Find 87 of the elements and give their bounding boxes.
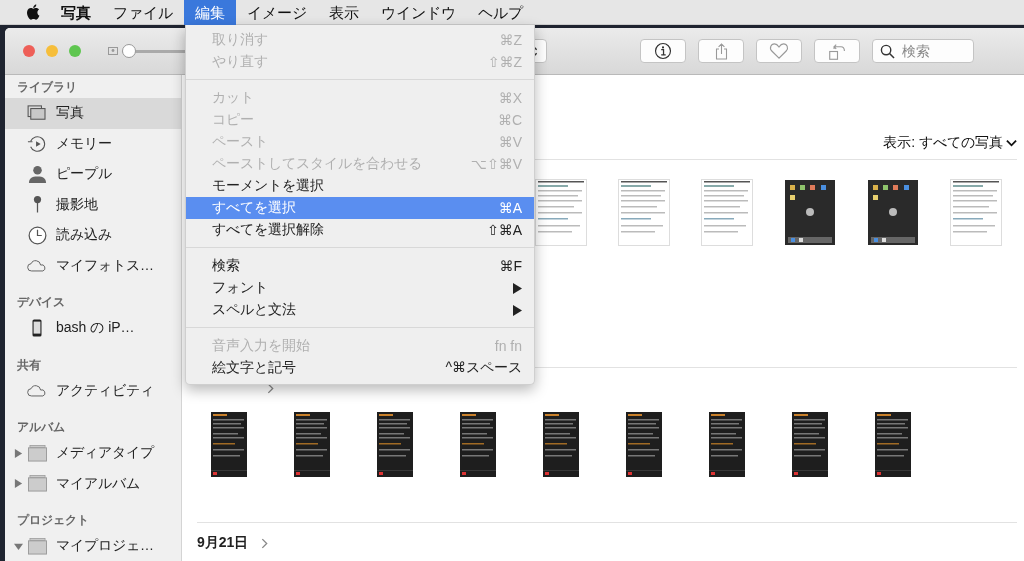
filter-dropdown[interactable]: 表示: すべての写真 <box>883 132 1017 154</box>
phone-icon <box>32 319 42 338</box>
chevron-right-icon[interactable] <box>261 537 269 549</box>
menu-title[interactable]: 編集 <box>184 0 236 25</box>
memories-icon <box>27 133 47 154</box>
menu-item-label: ペーストしてスタイルを合わせる <box>212 155 422 173</box>
cloud-icon <box>27 259 47 273</box>
shortcut-label: ⌘F <box>499 258 522 274</box>
menu-item[interactable]: 検索 ⌘F <box>186 255 534 277</box>
shortcut-label: ⌘A <box>498 200 522 216</box>
expanded-triangle-icon[interactable] <box>14 541 23 551</box>
sidebar-item[interactable]: 撮影地 <box>5 189 181 220</box>
menu-item-label: モーメントを選択 <box>212 177 324 195</box>
sidebar-item[interactable]: bash の iP… <box>5 313 181 344</box>
menu-item-label: すべてを選択 <box>212 199 296 217</box>
heart-icon <box>769 42 789 60</box>
section-header: 共有 <box>16 356 42 374</box>
album-icon <box>27 444 47 462</box>
collapsed-triangle-icon[interactable] <box>14 448 23 458</box>
menu-item-label: カット <box>212 89 254 107</box>
person-icon <box>27 164 47 184</box>
menu-title[interactable]: ファイル <box>102 0 184 25</box>
collapsed-triangle-icon[interactable] <box>14 479 23 489</box>
shortcut-label: ⌘Z <box>499 32 522 48</box>
menu-title[interactable]: 表示 <box>318 0 370 25</box>
shortcut-label: fn fn <box>494 338 522 354</box>
sidebar-item[interactable]: マイフォトス… <box>5 250 181 281</box>
sidebar-item[interactable]: マイアルバム <box>5 468 181 499</box>
menu-item-label: 絵文字と記号 <box>212 359 296 377</box>
album-icon <box>27 475 47 493</box>
share-button[interactable] <box>698 39 744 63</box>
menu-title[interactable]: ヘルプ <box>467 0 534 25</box>
shortcut-label: ⇧⌘A <box>486 222 522 238</box>
album-icon <box>27 537 47 555</box>
menu-title[interactable]: 写真 <box>50 0 102 25</box>
sidebar-item[interactable]: アクティビティ <box>5 375 181 406</box>
cloud-icon <box>27 384 47 398</box>
section-header: プロジェクト <box>16 512 90 529</box>
menu-item[interactable]: モーメントを選択 <box>186 175 534 197</box>
shortcut-label: ^⌘スペース <box>445 359 522 377</box>
info-icon <box>654 42 672 60</box>
shortcut-label: ⌘X <box>498 90 522 106</box>
chevron-down-icon <box>1006 139 1017 147</box>
section-header: ライブラリ <box>16 79 78 96</box>
sidebar-item[interactable]: メディアタイプ <box>5 438 181 469</box>
shortcut-label: ⌥⇧⌘V <box>470 156 522 172</box>
menu-item[interactable]: すべてを選択解除 ⇧⌘A <box>186 219 534 241</box>
favorite-button[interactable] <box>756 39 802 63</box>
date-heading: 9月21日 <box>197 534 249 552</box>
sidebar-item[interactable]: 読み込み <box>5 220 181 251</box>
menu-item-label: ペースト <box>212 133 268 151</box>
rotate-icon <box>827 41 847 61</box>
menu-item-label: 取り消す <box>212 31 268 49</box>
search-field[interactable]: 検索 <box>872 39 974 63</box>
menu-item-label: スペルと文法 <box>212 301 296 319</box>
sidebar-item[interactable]: 写真 <box>5 98 181 129</box>
shortcut-label: ⌘C <box>497 112 522 128</box>
menu-item[interactable]: スペルと文法 <box>186 299 534 321</box>
menu-item-label: フォント <box>212 279 268 297</box>
pin-icon <box>32 195 42 215</box>
menu-item-label: コピー <box>212 111 254 129</box>
menu-item-label: 音声入力を開始 <box>212 337 310 355</box>
sidebar-item[interactable]: ピープル <box>5 159 181 190</box>
rotate-button[interactable] <box>814 39 860 63</box>
share-icon <box>713 41 729 61</box>
slider-thumb[interactable] <box>122 44 136 58</box>
clock-icon <box>27 225 47 245</box>
sidebar-item[interactable]: マイプロジェ… <box>5 531 181 561</box>
section-header: アルバム <box>16 419 66 436</box>
menu-title[interactable]: ウインドウ <box>370 0 467 25</box>
photo-stack-icon <box>27 105 47 122</box>
menu-item[interactable]: 絵文字と記号 ^⌘スペース <box>186 357 534 379</box>
search-icon <box>880 44 895 59</box>
menu-item-label: 検索 <box>212 257 240 275</box>
menu-title[interactable]: イメージ <box>236 0 318 25</box>
menu-item-label: やり直す <box>212 53 268 71</box>
menu-item[interactable]: フォント <box>186 277 534 299</box>
close-button[interactable] <box>23 45 35 57</box>
info-button[interactable] <box>640 39 686 63</box>
shortcut-label: ⌘V <box>498 134 522 150</box>
sidebar-item[interactable]: メモリー <box>5 128 181 159</box>
small-photo-icon <box>108 47 118 55</box>
section-header: デバイス <box>16 294 66 311</box>
apple-logo-icon[interactable] <box>25 3 40 21</box>
menu-item-label: すべてを選択解除 <box>212 221 324 239</box>
shortcut-label: ⇧⌘Z <box>487 54 522 70</box>
chevron-right-icon[interactable] <box>267 382 274 394</box>
